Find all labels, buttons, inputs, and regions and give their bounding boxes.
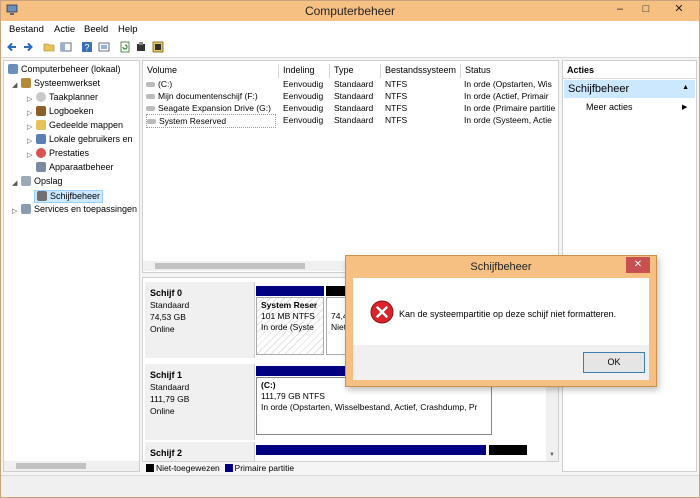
refresh-icon[interactable] — [119, 41, 131, 53]
collapse-arrow-icon[interactable]: ◢ — [12, 179, 17, 187]
dialog-body: Kan de systeempartitie op deze schijf ni… — [353, 278, 649, 345]
expand-arrow-icon[interactable]: ▷ — [12, 207, 17, 215]
back-arrow-icon[interactable] — [6, 41, 18, 53]
error-dialog: Schijfbeheer ✕ Kan de systeempartitie op… — [345, 255, 657, 387]
partition-bar-unallocated — [489, 445, 527, 455]
menu-actie[interactable]: Actie — [54, 24, 75, 35]
actions-header: Acties — [563, 61, 696, 79]
column-header-bestandssysteem[interactable]: Bestandssysteem — [381, 64, 461, 78]
show-hide-tree-icon[interactable] — [60, 41, 72, 53]
menu-bestand[interactable]: Bestand — [9, 24, 44, 35]
clock-icon — [36, 92, 46, 102]
volume-row[interactable]: (C:) Eenvoudig Standaard NTFS In orde (O… — [143, 78, 558, 90]
help-icon[interactable]: ? — [81, 41, 93, 53]
storage-icon — [21, 176, 31, 186]
partition-bar-primary — [256, 445, 486, 455]
collapse-arrow-icon[interactable]: ◢ — [12, 81, 17, 89]
tools-icon — [21, 78, 31, 88]
collapse-up-icon[interactable]: ▲ — [682, 84, 689, 91]
users-icon — [36, 134, 46, 144]
expand-arrow-icon[interactable]: ▷ — [27, 137, 32, 145]
dialog-close-button[interactable]: ✕ — [626, 257, 650, 273]
services-icon — [21, 204, 31, 214]
menu-beeld[interactable]: Beeld — [84, 24, 108, 35]
status-bar — [1, 475, 699, 497]
column-header-indeling[interactable]: Indeling — [279, 64, 330, 78]
computer-icon — [8, 64, 18, 74]
tree-item-systeemwerkset[interactable]: Systeemwerkset — [21, 78, 100, 91]
scrollbar-thumb[interactable] — [155, 263, 305, 269]
partition-legend: Niet-toegewezen Primaire partitie — [146, 463, 294, 473]
primary-swatch — [224, 464, 233, 472]
menu-help[interactable]: Help — [118, 24, 138, 35]
disk-management-icon — [37, 191, 47, 201]
properties-icon[interactable] — [98, 41, 110, 53]
tree-item-opslag[interactable]: Opslag — [21, 176, 63, 189]
tree-horizontal-scrollbar[interactable] — [4, 461, 139, 471]
computer-management-window: Computerbeheer – □ ✕ Bestand Actie Beeld… — [0, 0, 700, 498]
action-meer-acties[interactable]: Meer acties ▶ — [586, 102, 687, 112]
device-manager-icon — [36, 162, 46, 172]
column-header-type[interactable]: Type — [330, 64, 381, 78]
tree-item-gedeelde-mappen[interactable]: Gedeelde mappen — [36, 120, 123, 133]
minimize-button[interactable]: – — [607, 1, 633, 19]
scrollbar-thumb[interactable] — [16, 463, 86, 469]
actions-section-schijfbeheer[interactable]: Schijfbeheer ▲ — [564, 80, 695, 98]
event-log-icon — [36, 106, 46, 116]
expand-arrow-icon[interactable]: ▷ — [27, 123, 32, 131]
expand-arrow-icon[interactable]: ▷ — [27, 95, 32, 103]
column-header-volume[interactable]: Volume — [143, 64, 279, 78]
tree-item-logboeken[interactable]: Logboeken — [36, 106, 94, 119]
disk-1-label[interactable]: Schijf 1 Standaard 111,79 GB Online — [145, 364, 255, 440]
shared-folder-icon — [36, 120, 46, 130]
disk-2-label[interactable]: Schijf 2 Standaard — [145, 442, 255, 461]
title-bar: Computerbeheer – □ ✕ — [1, 1, 699, 21]
volume-row[interactable]: Mijn documentenschijf (F:) Eenvoudig Sta… — [143, 90, 558, 102]
menu-bar: Bestand Actie Beeld Help — [1, 21, 699, 38]
drive-icon — [146, 94, 155, 99]
volume-row[interactable]: Seagate Expansion Drive (G:) Eenvoudig S… — [143, 102, 558, 114]
svg-text:?: ? — [85, 43, 90, 53]
volume-list: Volume Indeling Type Bestandssysteem Sta… — [142, 60, 559, 273]
forward-arrow-icon[interactable] — [22, 41, 34, 53]
unallocated-swatch — [146, 464, 154, 472]
partition-system-reserved[interactable]: System Reser 101 MB NTFS In orde (Syste — [256, 297, 324, 355]
expand-arrow-icon[interactable]: ▷ — [27, 109, 32, 117]
tree-item-taakplanner[interactable]: Taakplanner — [36, 92, 98, 105]
volume-row[interactable]: System Reserved Eenvoudig Standaard NTFS… — [143, 114, 558, 128]
drive-icon — [147, 119, 156, 124]
maximize-button[interactable]: □ — [633, 1, 659, 19]
tree-item-schijfbeheer[interactable]: Schijfbeheer — [34, 190, 104, 203]
dialog-message: Kan de systeempartitie op deze schijf ni… — [399, 309, 617, 319]
tree-item-prestaties[interactable]: Prestaties — [36, 148, 89, 161]
settings-grid-icon[interactable] — [152, 41, 164, 53]
tree-item-apparaatbeheer[interactable]: Apparaatbeheer — [36, 162, 114, 175]
tree-item-lokale-gebruikers[interactable]: Lokale gebruikers en — [36, 134, 133, 147]
navigation-tree: Computerbeheer (lokaal) ◢ Systeemwerkset… — [3, 60, 140, 472]
close-button[interactable]: ✕ — [659, 1, 699, 19]
submenu-arrow-icon: ▶ — [682, 104, 688, 111]
drive-icon — [146, 106, 155, 111]
up-folder-icon[interactable] — [43, 41, 55, 53]
column-header-status[interactable]: Status — [461, 64, 558, 78]
disk-0-label[interactable]: Schijf 0 Standaard 74,53 GB Online — [145, 282, 255, 358]
ok-button[interactable]: OK — [583, 352, 645, 373]
toolbar: ? — [1, 38, 699, 58]
tree-root[interactable]: Computerbeheer (lokaal) — [8, 64, 121, 77]
disk-tool-icon[interactable] — [135, 41, 147, 53]
tree-item-services[interactable]: Services en toepassingen — [21, 204, 137, 217]
scroll-down-arrow-icon[interactable]: ▼ — [549, 452, 555, 458]
partition-bar-primary — [256, 286, 324, 296]
expand-arrow-icon[interactable]: ▷ — [27, 151, 32, 159]
error-icon — [370, 300, 394, 324]
performance-icon — [36, 148, 46, 158]
window-title: Computerbeheer — [304, 4, 396, 18]
dialog-footer: OK — [353, 345, 649, 380]
dialog-title: Schijfbeheer — [470, 261, 532, 273]
drive-icon — [146, 82, 155, 87]
